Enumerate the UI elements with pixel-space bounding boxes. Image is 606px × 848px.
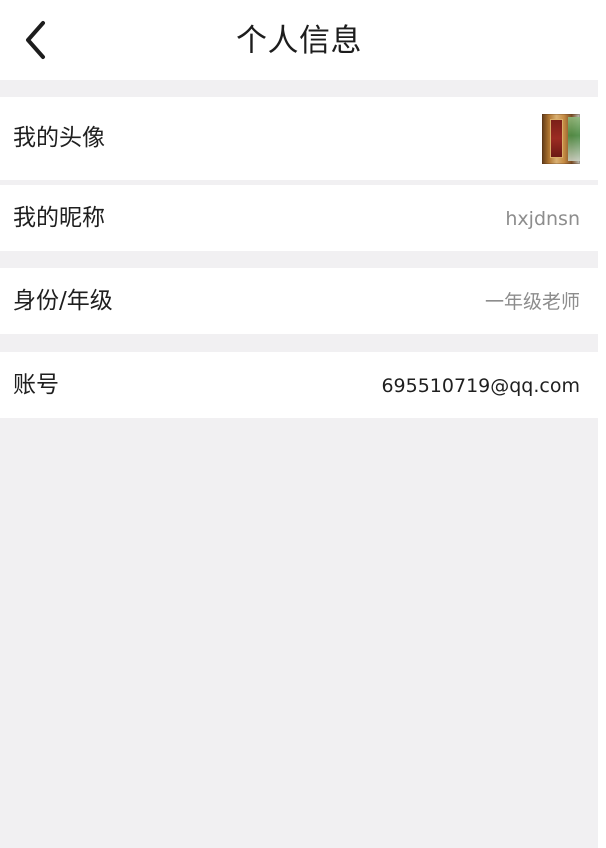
nickname-row[interactable]: 我的昵称 hxjdnsn (0, 185, 598, 251)
top-navigation-bar: 个人信息 (0, 0, 598, 80)
nickname-label: 我的昵称 (13, 205, 105, 231)
avatar-image-plaque (550, 119, 563, 158)
identity-grade-row[interactable]: 身份/年级 一年级老师 (0, 268, 598, 334)
identity-grade-label: 身份/年级 (13, 288, 113, 314)
page-title: 个人信息 (236, 23, 362, 59)
account-row[interactable]: 账号 695510719@qq.com (0, 352, 598, 418)
avatar-row[interactable]: 我的头像 (0, 97, 598, 180)
avatar-label: 我的头像 (13, 125, 105, 151)
profile-screen: 个人信息 我的头像 我的昵称 hxjdnsn 身份/年级 一年级老师 账号 69… (0, 0, 598, 848)
nickname-value: hxjdnsn (505, 208, 580, 230)
screen-edge (598, 0, 606, 848)
avatar-image-leaves (568, 117, 580, 161)
avatar[interactable] (542, 114, 580, 164)
identity-grade-value: 一年级老师 (484, 291, 580, 313)
account-label: 账号 (13, 372, 59, 398)
account-value: 695510719@qq.com (381, 375, 580, 397)
